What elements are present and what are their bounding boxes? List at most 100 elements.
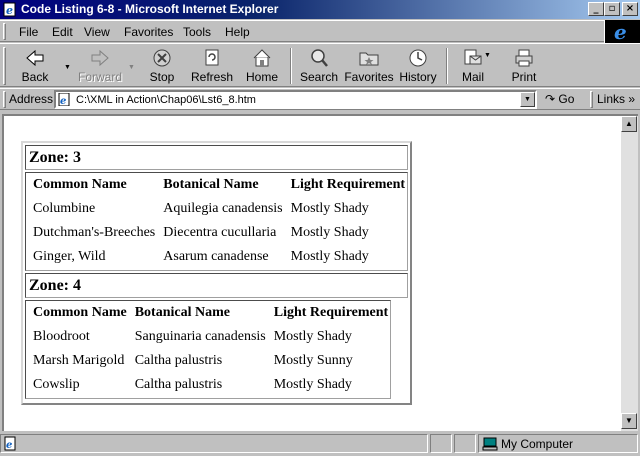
menu-edit[interactable]: Edit	[52, 25, 73, 39]
table-header-row: Common Name Botanical Name Light Require…	[27, 302, 389, 325]
cell-botanical-name: Diecentra cucullaria	[163, 225, 277, 240]
maximize-button[interactable]: ▫	[604, 2, 620, 16]
stop-label: Stop	[149, 70, 175, 84]
history-icon	[409, 49, 427, 67]
plant-table: Common Name Botanical Name Light Require…	[25, 300, 392, 399]
close-button[interactable]: ×	[622, 2, 638, 16]
refresh-icon	[205, 49, 219, 66]
column-header: Light Requirement	[290, 177, 406, 192]
menu-file[interactable]: File	[19, 25, 38, 39]
status-pane	[430, 434, 452, 453]
cell-common-name: Cowslip	[33, 377, 80, 392]
favorites-label: Favorites	[344, 70, 394, 84]
scroll-down-icon[interactable]: ▼	[621, 413, 637, 429]
go-arrow-icon: ↷	[545, 92, 556, 106]
menu-tools[interactable]: Tools	[183, 25, 211, 39]
cell-botanical-name: Caltha palustris	[134, 353, 223, 368]
cell-common-name: Marsh Marigold	[33, 353, 125, 368]
menu-view[interactable]: View	[84, 25, 110, 39]
ie-page-icon: e	[58, 93, 70, 106]
table-row: Dutchman's-Breeches Diecentra cucullaria…	[27, 222, 406, 245]
table-header-row: Common Name Botanical Name Light Require…	[27, 174, 406, 197]
cell-common-name: Bloodroot	[33, 329, 90, 344]
zone-title: Zone: 3	[29, 149, 81, 166]
cell-botanical-name: Sanguinaria canadensis	[134, 329, 266, 344]
go-button[interactable]: ↷ Go	[545, 92, 574, 106]
standard-toolbar: Back ▼ Forward ▼ Stop Refresh Home Searc…	[0, 43, 640, 87]
favorites-button[interactable]: Favorites	[343, 46, 395, 86]
security-zone-label: My Computer	[501, 437, 574, 451]
cell-common-name: Ginger, Wild	[33, 249, 106, 264]
column-header: Botanical Name	[134, 305, 230, 320]
table-row: Columbine Aquilegia canadensis Mostly Sh…	[27, 198, 406, 221]
table-row: Cowslip Caltha palustris Mostly Shady	[27, 374, 389, 397]
stop-button[interactable]: Stop	[144, 46, 180, 86]
forward-label: Forward	[77, 70, 122, 84]
status-main-pane: e	[0, 434, 428, 453]
window-title: Code Listing 6-8 - Microsoft Internet Ex…	[21, 2, 279, 16]
address-input[interactable]	[76, 92, 516, 107]
search-button[interactable]: Search	[297, 46, 341, 86]
zone-section: Zone: 3	[25, 145, 409, 170]
home-icon	[253, 49, 271, 67]
refresh-button[interactable]: Refresh	[190, 46, 234, 86]
cell-light: Mostly Shady	[290, 225, 369, 240]
zones-table: Zone: 3 Common Name Botanical Name Light…	[21, 141, 413, 405]
title-bar: e Code Listing 6-8 - Microsoft Internet …	[0, 0, 640, 19]
scroll-up-icon[interactable]: ▲	[621, 116, 637, 132]
address-field[interactable]: e ▼	[54, 90, 537, 109]
zone-title: Zone: 4	[29, 277, 81, 294]
toolbar-grip[interactable]	[3, 47, 6, 85]
ie-page-icon: e	[3, 2, 16, 17]
menu-favorites[interactable]: Favorites	[124, 25, 173, 39]
table-row: Marsh Marigold Caltha palustris Mostly S…	[27, 350, 389, 373]
mail-label: Mail	[461, 70, 484, 84]
column-header: Light Requirement	[273, 305, 389, 320]
security-zone-pane: My Computer	[478, 434, 638, 453]
links-button[interactable]: Links »	[597, 92, 635, 106]
address-grip[interactable]	[3, 91, 6, 108]
cell-light: Mostly Shady	[290, 249, 369, 264]
menu-grip[interactable]	[3, 23, 6, 40]
svg-text:e: e	[60, 96, 66, 106]
print-label: Print	[511, 70, 537, 84]
cell-light: Mostly Sunny	[273, 353, 353, 368]
plant-table: Common Name Botanical Name Light Require…	[25, 172, 409, 271]
back-dropdown-icon[interactable]: ▼	[64, 64, 71, 71]
back-button[interactable]: Back	[12, 46, 58, 86]
toolbar-separator	[290, 48, 292, 84]
search-icon	[311, 49, 328, 67]
history-button[interactable]: History	[398, 46, 438, 86]
status-bar: e My Computer	[0, 432, 640, 456]
zone-section: Zone: 4	[25, 273, 409, 298]
forward-button[interactable]: Forward	[76, 46, 124, 86]
print-button[interactable]: Print	[506, 46, 542, 86]
links-label: Links	[597, 92, 626, 106]
favorites-folder-icon	[359, 52, 379, 66]
back-label: Back	[21, 70, 49, 84]
go-label: Go	[558, 92, 575, 106]
home-label: Home	[245, 70, 278, 84]
cell-light: Mostly Shady	[273, 329, 352, 344]
back-arrow-icon	[26, 49, 44, 67]
column-header: Common Name	[33, 177, 127, 192]
address-label: Address	[9, 92, 54, 106]
vertical-scrollbar[interactable]: ▲ ▼	[621, 114, 638, 431]
address-dropdown-icon[interactable]: ▼	[520, 92, 535, 107]
cell-light: Mostly Shady	[290, 201, 369, 216]
menu-bar: File Edit View Favorites Tools Help	[0, 20, 640, 42]
forward-dropdown-icon[interactable]: ▼	[128, 64, 135, 71]
links-grip[interactable]	[590, 91, 593, 108]
chevron-right-icon: »	[628, 92, 636, 106]
my-computer-icon	[482, 437, 498, 451]
table-row: Ginger, Wild Asarum canadense Mostly Sha…	[27, 246, 406, 269]
home-button[interactable]: Home	[243, 46, 281, 86]
page-content: Zone: 3 Common Name Botanical Name Light…	[2, 114, 621, 431]
minimize-button[interactable]: _	[588, 2, 604, 16]
mail-dropdown-icon[interactable]: ▼	[484, 52, 491, 59]
printer-icon	[515, 49, 533, 67]
history-label: History	[399, 70, 437, 84]
status-pane	[454, 434, 476, 453]
refresh-label: Refresh	[190, 70, 234, 84]
menu-help[interactable]: Help	[225, 25, 250, 39]
